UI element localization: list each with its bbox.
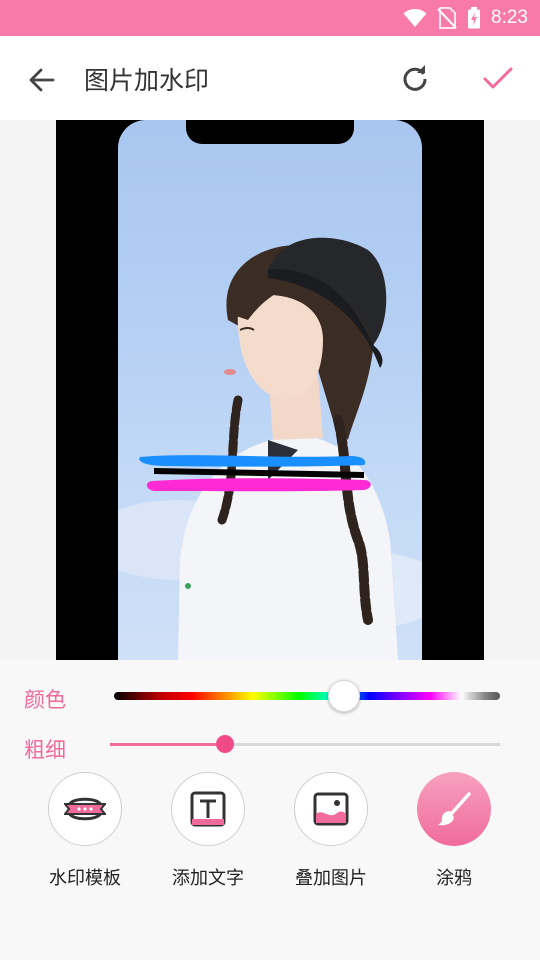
- tool-doodle-button[interactable]: [417, 772, 491, 846]
- reset-button[interactable]: [394, 58, 436, 100]
- overlay-image-icon: [313, 792, 349, 826]
- battery-charging-icon: [468, 7, 481, 29]
- color-slider-track[interactable]: [114, 692, 500, 700]
- confirm-button[interactable]: [476, 58, 520, 100]
- tools-panel: 颜色 粗细 水印模板 添加文字 叠加图片 涂鸦: [0, 660, 540, 960]
- image-canvas[interactable]: [0, 120, 540, 660]
- add-text-icon: [190, 791, 226, 827]
- tool-add-text-label: 添加文字: [172, 868, 244, 889]
- tool-watermark-template-label: 水印模板: [49, 868, 121, 889]
- photo-frame: [56, 120, 484, 660]
- tool-watermark-template-button[interactable]: [48, 772, 122, 846]
- no-sim-icon: [437, 7, 457, 29]
- back-button[interactable]: [22, 60, 62, 100]
- photo-illustration: [118, 237, 422, 660]
- watermark-template-icon: [64, 797, 106, 821]
- wifi-icon: [403, 9, 427, 27]
- color-slider-thumb[interactable]: [328, 680, 360, 712]
- page-title: 图片加水印: [84, 66, 210, 95]
- status-bar: 8:23: [0, 0, 540, 36]
- tool-watermark-template[interactable]: 水印模板: [30, 772, 140, 892]
- refresh-icon: [403, 65, 427, 91]
- width-slider-fill: [110, 743, 225, 746]
- width-label: 粗细: [24, 738, 66, 762]
- status-time: 8:23: [491, 7, 528, 28]
- brush-icon: [438, 792, 471, 826]
- tool-overlay-image-button[interactable]: [294, 772, 368, 846]
- tool-add-text[interactable]: 添加文字: [153, 772, 263, 892]
- width-slider-thumb[interactable]: [216, 735, 234, 753]
- arrow-left-icon: [29, 68, 55, 92]
- app-bar: 图片加水印: [0, 36, 540, 120]
- tool-overlay-image-label: 叠加图片: [295, 868, 367, 889]
- tool-overlay-image[interactable]: 叠加图片: [276, 772, 386, 892]
- tool-add-text-button[interactable]: [171, 772, 245, 846]
- color-label: 颜色: [24, 688, 66, 712]
- photo-content: [118, 120, 422, 660]
- tool-doodle-label: 涂鸦: [436, 868, 472, 889]
- status-icons: 8:23: [403, 6, 528, 30]
- checkmark-icon: [483, 67, 513, 89]
- tool-doodle[interactable]: 涂鸦: [399, 772, 509, 892]
